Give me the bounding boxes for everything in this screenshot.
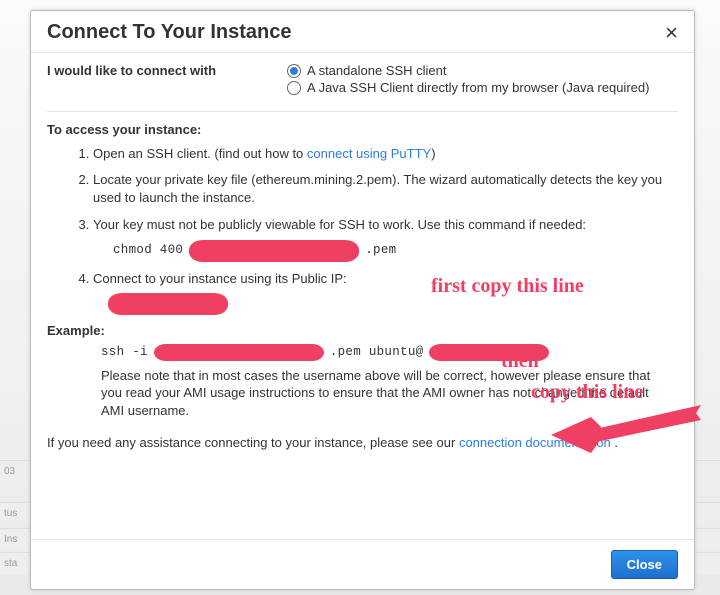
dialog-header: Connect To Your Instance × <box>31 11 694 53</box>
radio-icon <box>287 81 301 95</box>
step-1: Open an SSH client. (find out how to con… <box>93 145 678 163</box>
steps-list: Open an SSH client. (find out how to con… <box>47 145 678 315</box>
chmod-suffix: .pem <box>365 242 396 260</box>
radio-option-java[interactable]: A Java SSH Client directly from my brows… <box>287 80 678 95</box>
putty-link[interactable]: connect using PuTTY <box>307 146 431 161</box>
dialog-title: Connect To Your Instance <box>47 21 291 44</box>
username-note: Please note that in most cases the usern… <box>101 367 670 420</box>
example-label: Example: <box>47 323 678 338</box>
redacted-host <box>429 344 549 361</box>
step-3-text: Your key must not be publicly viewable f… <box>93 217 586 232</box>
close-button[interactable]: Close <box>611 550 678 579</box>
access-heading: To access your instance: <box>47 122 678 137</box>
ssh-part1: ssh -i <box>101 345 148 359</box>
step-2: Locate your private key file (ethereum.m… <box>93 171 678 207</box>
assist-prefix: If you need any assistance connecting to… <box>47 435 459 450</box>
radio-label: A standalone SSH client <box>307 63 446 78</box>
close-icon[interactable]: × <box>665 22 678 44</box>
radio-option-standalone[interactable]: A standalone SSH client <box>287 63 678 78</box>
chmod-command: chmod 400 .pem <box>113 240 678 262</box>
step-3: Your key must not be publicly viewable f… <box>93 216 678 262</box>
dialog-body: I would like to connect with A standalon… <box>31 53 694 539</box>
redacted-ip <box>108 293 228 315</box>
radio-icon <box>287 64 301 78</box>
ssh-command: ssh -i .pem ubuntu@ <box>101 344 678 361</box>
redacted-keyname <box>189 240 359 262</box>
step-1-prefix: Open an SSH client. (find out how to <box>93 146 307 161</box>
divider <box>47 111 678 112</box>
assistance-line: If you need any assistance connecting to… <box>47 435 678 450</box>
assist-suffix: . <box>611 435 618 450</box>
radio-label: A Java SSH Client directly from my brows… <box>307 80 649 95</box>
step-4-text: Connect to your instance using its Publi… <box>93 271 347 286</box>
connection-method-row: I would like to connect with A standalon… <box>47 63 678 97</box>
step-4: Connect to your instance using its Publi… <box>93 270 678 315</box>
dialog-footer: Close <box>31 539 694 589</box>
step-1-suffix: ) <box>431 146 435 161</box>
connection-method-label: I would like to connect with <box>47 63 287 97</box>
connect-instance-dialog: Connect To Your Instance × I would like … <box>30 10 695 590</box>
ssh-part2: .pem ubuntu@ <box>330 345 424 359</box>
redacted-keyfile <box>154 344 324 361</box>
chmod-prefix: chmod 400 <box>113 242 183 260</box>
connection-docs-link[interactable]: connection documentation <box>459 435 611 450</box>
